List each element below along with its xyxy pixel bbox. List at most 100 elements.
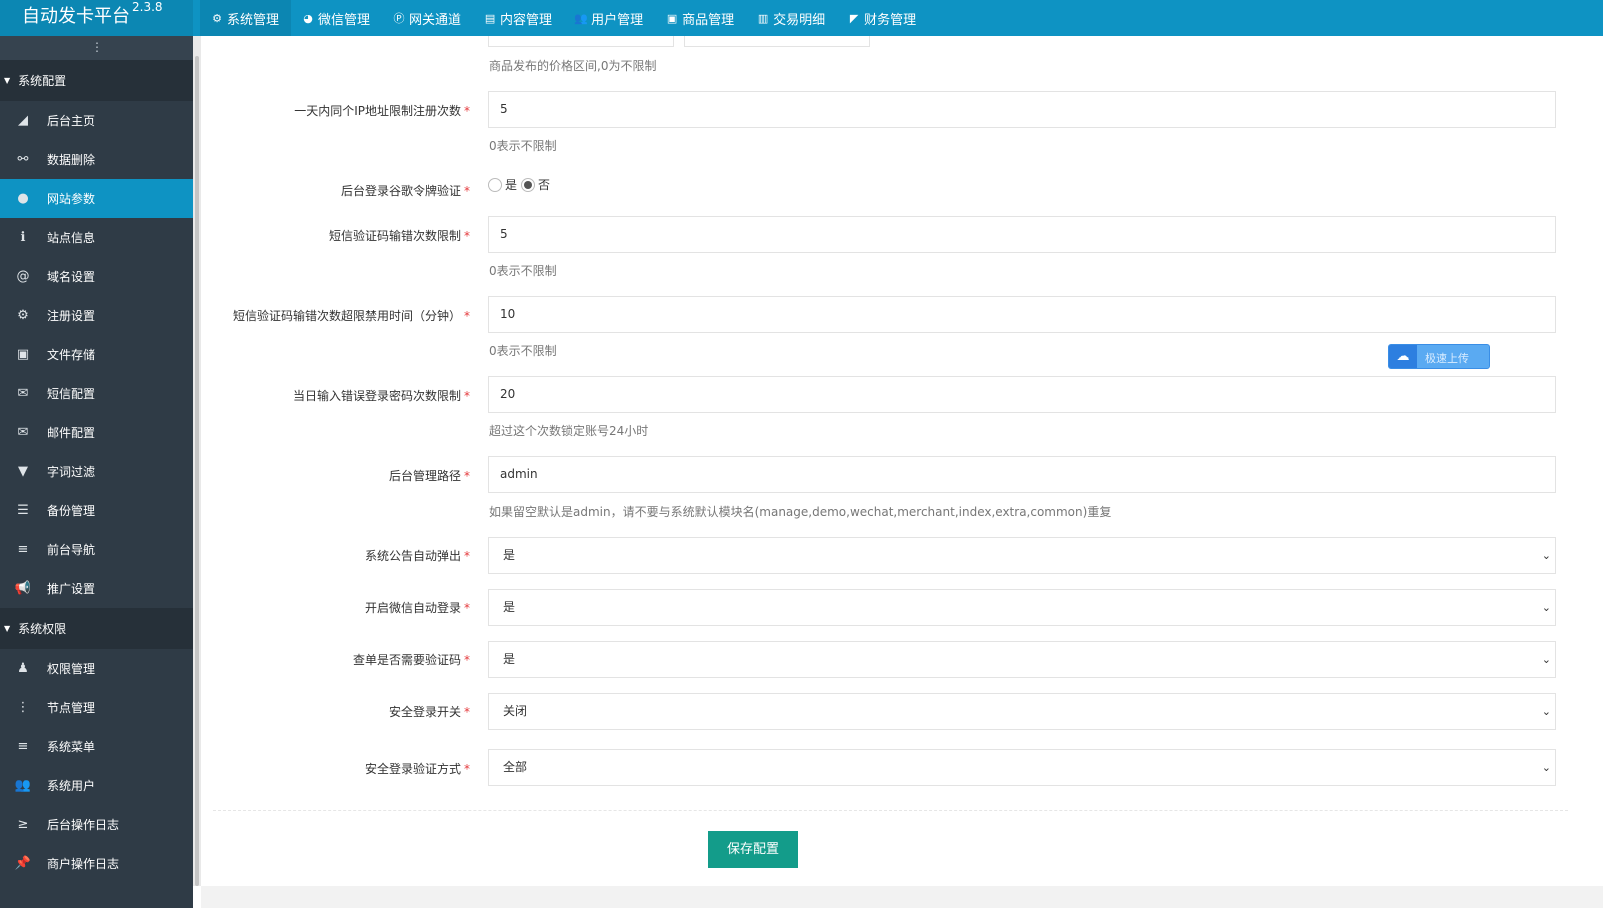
sidebar-item-menus[interactable]: ≡ 系统菜单 xyxy=(0,727,193,766)
wechat-login-select[interactable]: 是 ⌄ xyxy=(488,589,1556,626)
top-nav-label: 内容管理 xyxy=(500,12,553,28)
select-value: 全部 xyxy=(503,760,528,774)
price-min-input[interactable] xyxy=(488,36,674,47)
sidebar-item-permissions[interactable]: ♟ 权限管理 xyxy=(0,649,193,688)
order-captcha-label: 查单是否需要验证码 * xyxy=(352,653,470,667)
terminal-icon: ≥ xyxy=(17,817,29,832)
sidebar-item-backup[interactable]: ☰ 备份管理 xyxy=(0,491,193,530)
gear-icon: ⚙ xyxy=(212,11,222,25)
sidebar-item-sms[interactable]: ✉ 短信配置 xyxy=(0,374,193,413)
sms-ban-minutes-input[interactable]: 10 xyxy=(488,296,1556,333)
chevron-down-icon: ⌄ xyxy=(1541,601,1551,614)
bullhorn-icon: 📢 xyxy=(14,581,32,596)
required-mark: * xyxy=(464,601,470,615)
top-nav-item-content[interactable]: ▤ 内容管理 xyxy=(473,0,564,36)
top-nav-label: 微信管理 xyxy=(318,12,371,28)
sidebar-item-label: 网站参数 xyxy=(47,192,96,206)
brand[interactable]: 自动发卡平台 2.3.8 xyxy=(0,0,193,36)
safe-login-select[interactable]: 关闭 ⌄ xyxy=(488,693,1556,730)
content-scrollbar[interactable] xyxy=(193,36,201,886)
top-nav-item-trades[interactable]: ▥ 交易明细 xyxy=(746,0,837,36)
sidebar-item-register[interactable]: ⚙ 注册设置 xyxy=(0,296,193,335)
top-nav-item-goods[interactable]: ▣ 商品管理 xyxy=(655,0,746,36)
sms-error-limit-input[interactable]: 5 xyxy=(488,216,1556,253)
sidebar: ⋮ ▼ 系统配置 ◢ 后台主页 ⚯ 数据删除 ● 网站参数 ℹ 站点信息 @ 域名设置 ⚙… xyxy=(0,36,193,908)
sidebar-item-label: 节点管理 xyxy=(47,701,96,715)
sidebar-item-label: 商户操作日志 xyxy=(47,857,120,871)
top-nav-item-gateway[interactable]: Ⓟ 网关通道 xyxy=(382,0,473,36)
sidebar-item-label: 前台导航 xyxy=(47,543,96,557)
save-icon: ▣ xyxy=(16,347,30,362)
sms-ban-minutes-help: 0表示不限制 xyxy=(489,344,557,358)
sidebar-item-label: 权限管理 xyxy=(47,662,96,676)
top-nav-item-users[interactable]: 👥 用户管理 xyxy=(564,0,655,36)
sidebar-item-home[interactable]: ◢ 后台主页 xyxy=(0,101,193,140)
required-mark: * xyxy=(464,309,470,323)
required-mark: * xyxy=(464,389,470,403)
sidebar-item-nodes[interactable]: ⋮ 节点管理 xyxy=(0,688,193,727)
apple-icon: ● xyxy=(17,191,29,206)
scrollbar-thumb[interactable] xyxy=(195,56,199,886)
sidebar-item-promotion[interactable]: 📢 推广设置 xyxy=(0,569,193,608)
top-nav-label: 财务管理 xyxy=(864,12,917,28)
sidebar-item-admin-log[interactable]: ≥ 后台操作日志 xyxy=(0,805,193,844)
brand-version: 2.3.8 xyxy=(132,0,163,14)
safe-login-method-label: 安全登录验证方式 * xyxy=(364,762,470,776)
google-auth-no-label: 否 xyxy=(538,178,551,192)
bars-icon: ≡ xyxy=(17,739,29,754)
chevron-down-icon: ⌄ xyxy=(1541,549,1551,562)
upload-widget-label: 极速上传 xyxy=(1425,352,1469,365)
cloud-upload-icon: ☁ xyxy=(1389,345,1417,368)
google-auth-radio-no[interactable] xyxy=(521,177,536,192)
safe-login-method-select[interactable]: 全部 ⌄ xyxy=(488,749,1556,786)
top-nav-label: 用户管理 xyxy=(591,12,644,28)
sidebar-item-system-users[interactable]: 👥 系统用户 xyxy=(0,766,193,805)
wallet-icon: ◤ xyxy=(849,11,859,25)
notice-popup-select[interactable]: 是 ⌄ xyxy=(488,537,1556,574)
ip-limit-label: 一天内同个IP地址限制注册次数 * xyxy=(294,104,470,118)
top-bar: 自动发卡平台 2.3.8 ⚙ 系统管理 ◕ 微信管理 Ⓟ 网关通道 ▤ 内容管理 👥 用户… xyxy=(0,0,1603,36)
order-captcha-select[interactable]: 是 ⌄ xyxy=(488,641,1556,678)
database-icon: ☰ xyxy=(17,503,29,518)
sidebar-item-merchant-log[interactable]: 📌 商户操作日志 xyxy=(0,844,193,883)
sidebar-item-label: 后台操作日志 xyxy=(47,818,120,832)
top-nav-item-wechat[interactable]: ◕ 微信管理 xyxy=(291,0,382,36)
sidebar-item-storage[interactable]: ▣ 文件存储 xyxy=(0,335,193,374)
caret-down-icon: ▼ xyxy=(4,624,11,633)
price-max-input[interactable] xyxy=(684,36,870,47)
ip-limit-help: 0表示不限制 xyxy=(489,139,557,153)
sidebar-toggle[interactable]: ⋮ xyxy=(0,36,193,60)
top-nav-item-system[interactable]: ⚙ 系统管理 xyxy=(200,0,292,36)
user-secret-icon: ♟ xyxy=(17,661,29,676)
top-nav-item-finance[interactable]: ◤ 财务管理 xyxy=(837,0,928,36)
bar-chart-icon: ▥ xyxy=(757,11,769,25)
select-value: 关闭 xyxy=(503,704,528,718)
sidebar-item-word-filter[interactable]: ▼ 字词过滤 xyxy=(0,452,193,491)
chevron-down-icon: ⌄ xyxy=(1541,761,1551,774)
sidebar-item-site-info[interactable]: ℹ 站点信息 xyxy=(0,218,193,257)
required-mark: * xyxy=(464,653,470,667)
sidebar-item-domain[interactable]: @ 域名设置 xyxy=(0,257,193,296)
horizontal-scrollbar[interactable] xyxy=(201,886,1603,908)
sidebar-item-mail[interactable]: ✉ 邮件配置 xyxy=(0,413,193,452)
sidebar-item-label: 备份管理 xyxy=(47,504,96,518)
save-config-button[interactable]: 保存配置 xyxy=(708,831,798,868)
required-mark: * xyxy=(464,762,470,776)
login-error-limit-input[interactable]: 20 xyxy=(488,376,1556,413)
sidebar-group-system-permission[interactable]: ▼ 系统权限 xyxy=(0,608,193,649)
sidebar-group-system-config[interactable]: ▼ 系统配置 xyxy=(0,60,193,101)
notice-popup-label: 系统公告自动弹出 * xyxy=(364,549,470,563)
top-nav-label: 交易明细 xyxy=(773,12,826,28)
sidebar-item-front-nav[interactable]: ≡ 前台导航 xyxy=(0,530,193,569)
sidebar-item-label: 系统用户 xyxy=(47,779,96,793)
sidebar-item-data-delete[interactable]: ⚯ 数据删除 xyxy=(0,140,193,179)
login-error-limit-label: 当日输入错误登录密码次数限制 * xyxy=(292,389,470,403)
required-mark: * xyxy=(464,184,470,198)
ip-limit-input[interactable]: 5 xyxy=(488,91,1556,128)
admin-path-label: 后台管理路径 * xyxy=(388,469,470,483)
admin-path-input[interactable]: admin xyxy=(488,456,1556,493)
sidebar-item-site-params[interactable]: ● 网站参数 xyxy=(0,179,193,218)
sidebar-item-label: 文件存储 xyxy=(47,348,96,362)
google-auth-radio-yes[interactable] xyxy=(488,177,502,192)
upload-widget[interactable]: ☁ 极速上传 xyxy=(1388,344,1490,369)
